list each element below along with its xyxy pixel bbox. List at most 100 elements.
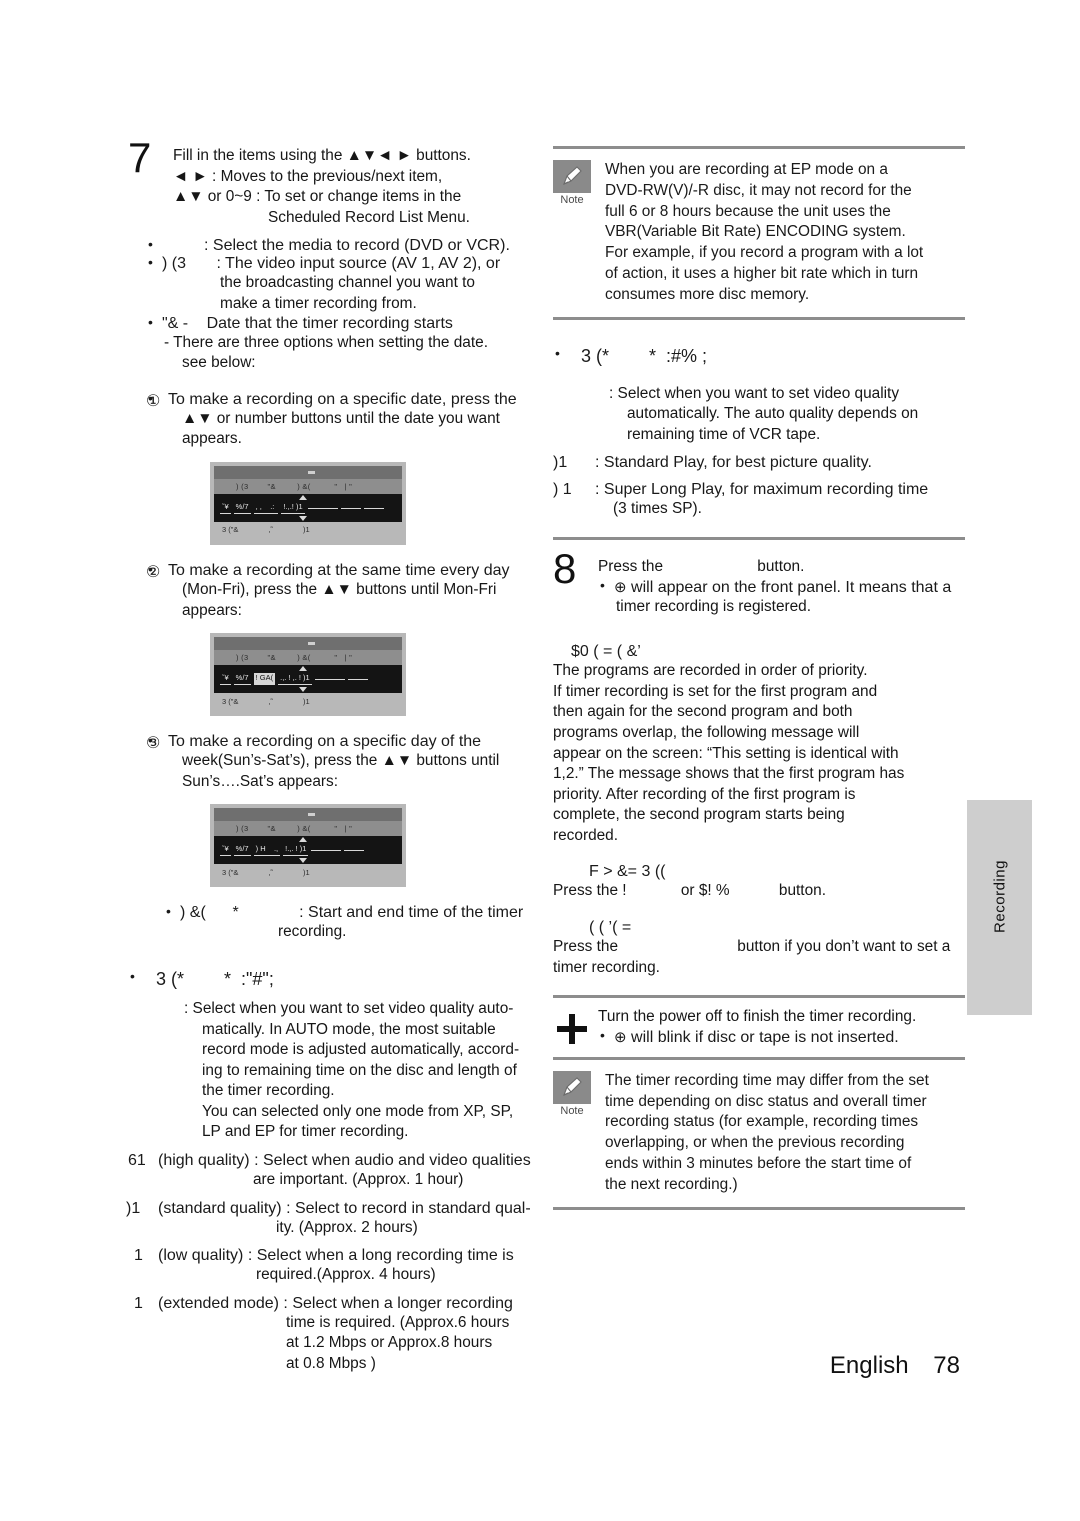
- osd-title-bar: [214, 465, 402, 479]
- clock-icon: ⊕: [614, 1028, 627, 1046]
- osd-cell-media: ˇ¥: [220, 844, 231, 857]
- osd-header-row: ) (3 "& ) &( " | ": [214, 478, 402, 494]
- note-box-timer-accuracy: Note The timer recording time may differ…: [553, 1060, 965, 1207]
- quality-mode-xp-text-2: are important. (Approx. 1 hour): [253, 1171, 464, 1189]
- note2-line-2: time depending on disc status and overal…: [605, 1092, 927, 1110]
- step-plus-bullet: ⊕ will blink if disc or tape is not inse…: [598, 1027, 965, 1047]
- priority-line-4: programs overlap, the following message …: [553, 723, 860, 741]
- option-2-text-3: appears:: [182, 601, 242, 619]
- osd-footer-mid: ,˜: [268, 696, 274, 706]
- priority-line-5: appear on the screen: “This setting is i…: [553, 744, 899, 762]
- quality-mode-sp: )1 (standard quality) : Select to record…: [126, 1199, 533, 1239]
- osd-title-bar: [214, 808, 402, 822]
- option-3-text-1: To make a recording on a specific day of…: [168, 733, 482, 751]
- cancel-line-post: button.: [778, 882, 826, 900]
- quality-mode-xp-text-1: : Select when audio and video qualities: [254, 1152, 531, 1170]
- osd-updown-arrows: [296, 837, 310, 864]
- osd-updown-arrows: [296, 666, 310, 693]
- step-7-line-2: ◄ ► : Moves to the previous/next item,: [173, 167, 443, 185]
- osd-cell-blank-3: [363, 507, 384, 509]
- osd-header-row: ) (3 "& ) &( " | ": [214, 821, 402, 837]
- osd-data-row: ˇ¥ %/7 ! GA( .,. ! ,. ! )1: [214, 665, 402, 694]
- quality-mode-ep-text-1: : Select when a longer recording: [283, 1294, 513, 1312]
- date-note-2: see below:: [182, 354, 256, 372]
- item-date-text: Date that the timer recording starts: [206, 314, 453, 332]
- side-tab-label: Recording: [991, 860, 1009, 933]
- step-7-line-1: Fill in the items using the ▲▼◄ ► button…: [173, 147, 471, 164]
- item-source-cont-2: make a timer recording from.: [220, 294, 417, 312]
- step-7-body: Fill in the items using the ▲▼◄ ► button…: [128, 146, 533, 228]
- quality-mode-lp-name: (low quality): [158, 1247, 244, 1265]
- rec-mode-body-5: the timer recording.: [202, 1082, 335, 1100]
- quality-mode-ep-name: (extended mode): [158, 1294, 279, 1312]
- note-text: The timer recording time may differ from…: [605, 1071, 965, 1196]
- quality-mode-sp-text-1: : Select to record in standard qual-: [286, 1199, 531, 1217]
- plus-icon: [557, 1014, 587, 1045]
- step-8-bullet: ⊕ will appear on the front panel. It mea…: [598, 577, 965, 597]
- rec-mode-body-3: record mode is adjusted automatically, a…: [202, 1041, 520, 1059]
- priority-body: The programs are recorded in order of pr…: [553, 661, 965, 846]
- note2-line-6: the next recording.): [605, 1175, 738, 1193]
- osd-figure-mon-fri: ) (3 "& ) &( " | " ˇ¥ %/7 ! GA( .,. ! ,.…: [210, 633, 406, 717]
- manual-page: Recording 7 Fill in the items using the …: [0, 0, 1080, 1521]
- cancel-heading: F > &= 3 ((: [589, 863, 666, 881]
- note1-line-7: consumes more disc memory.: [605, 285, 810, 303]
- note-badge-label: Note: [560, 194, 584, 206]
- osd-arrow-up-icon: [299, 837, 307, 843]
- item-start-end-time-label: ) &( *: [180, 904, 239, 922]
- step-8-line-1-pre: Press the: [598, 557, 664, 575]
- priority-line-3: then again for the second program and bo…: [553, 703, 853, 721]
- quality-mode-sp-text-2: ity. (Approx. 2 hours): [276, 1218, 418, 1236]
- quality-mode-lp-text-1: : Select when a long recording time is: [247, 1247, 514, 1265]
- step-8-bullet-text-1: will appear on the front panel. It means…: [631, 578, 952, 596]
- left-column: 7 Fill in the items using the ▲▼◄ ► butt…: [126, 137, 533, 1375]
- osd-cell-source: %/7: [233, 502, 251, 514]
- note2-line-5: ends within 3 minutes before the start t…: [605, 1155, 912, 1173]
- note-badge: Note: [553, 160, 591, 306]
- osd-arrow-down-icon: [299, 515, 307, 521]
- osd-footer-left: 3 ("&: [222, 696, 239, 706]
- osd-cell-blank-2: [340, 507, 361, 509]
- priority-line-8: complete, the second program starts bein…: [553, 806, 845, 824]
- osd-figure-specific-date: ) (3 "& ) &( " | " ˇ¥ %/7 , , .: !.,.! )…: [210, 461, 406, 545]
- note1-line-5: For example, if you record a program wit…: [605, 244, 924, 262]
- vcr-mode-slp-code: ) 1: [553, 481, 572, 499]
- vcr-mode-body-1: : Select when you want to set video qual…: [609, 384, 900, 402]
- exit-line-2: timer recording.: [553, 958, 660, 976]
- priority-line-1: The programs are recorded in order of pr…: [553, 662, 868, 680]
- osd-cell-date: ) H .,: [253, 844, 281, 857]
- vcr-mode-sp-code: )1: [553, 454, 568, 472]
- quality-mode-list: 61 (high quality) : Select when audio an…: [126, 1152, 533, 1375]
- quality-mode-lp-code: 1: [134, 1247, 143, 1265]
- item-source-text: : The video input source (AV 1, AV 2), o…: [216, 255, 501, 273]
- rec-mode-body-6: You can selected only one mode from XP, …: [202, 1102, 514, 1120]
- note1-line-3: full 6 or 8 hours because the unit uses …: [605, 202, 891, 220]
- quality-mode-xp: 61 (high quality) : Select when audio an…: [128, 1152, 533, 1191]
- vcr-mode-list: )1 : Standard Play, for best picture qua…: [553, 454, 965, 520]
- item-date: "& - Date that the timer recording start…: [146, 314, 533, 333]
- option-3-line-1: ③ To make a recording on a specific day …: [146, 732, 533, 752]
- priority-line-7: priority. After recording of the first p…: [553, 785, 856, 803]
- note2-line-1: The timer recording time may differ from…: [605, 1071, 929, 1089]
- step-7: 7 Fill in the items using the ▲▼◄ ► butt…: [128, 137, 533, 228]
- step-8: 8 Press the button. ⊕ will appear on the…: [553, 547, 965, 617]
- rec-mode-heading-text: 3 (* * :"#";: [156, 968, 274, 989]
- step-plus-bullet-text: will blink if disc or tape is not insert…: [631, 1028, 899, 1046]
- quality-mode-lp-text-2: required.(Approx. 4 hours): [256, 1266, 436, 1284]
- osd-figure-weekday: ) (3 "& ) &( " | " ˇ¥ %/7 ) H ., !.,. ! …: [210, 804, 406, 888]
- rec-mode-body-7: LP and EP for timer recording.: [202, 1123, 409, 1141]
- osd-footer-right: )1: [303, 867, 310, 877]
- item-source-label: ) (3: [162, 255, 186, 273]
- rec-mode-body-4: ing to remaining time on the disc and le…: [202, 1061, 517, 1079]
- vcr-mode-slp-text-2: (3 times SP).: [613, 500, 702, 518]
- cancel-line-mid: or $! %: [680, 882, 730, 900]
- option-1-text-1: To make a recording on a specific date, …: [168, 390, 517, 408]
- step-8-body: Press the button. ⊕ will appear on the f…: [553, 557, 965, 617]
- date-option-2: ② To make a recording at the same time e…: [128, 561, 533, 621]
- option-2-line-1: ② To make a recording at the same time e…: [146, 561, 533, 581]
- option-1-text-2: ▲▼ or number buttons until the date you …: [182, 409, 500, 427]
- osd-title-bar: [214, 637, 402, 651]
- rec-mode-body: : Select when you want to set video qual…: [128, 999, 533, 1143]
- osd-cell-blank-1: [307, 507, 338, 509]
- quality-mode-xp-code: 61: [128, 1152, 146, 1170]
